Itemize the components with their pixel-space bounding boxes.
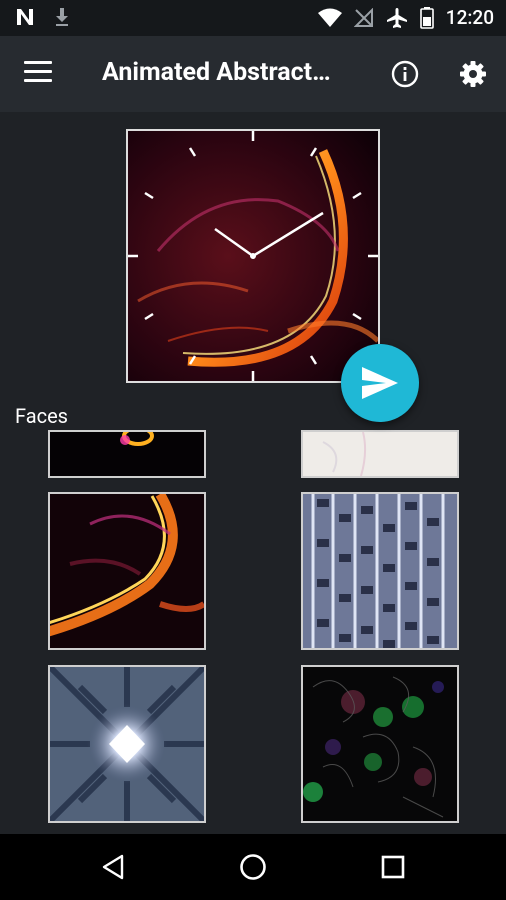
settings-gear-icon[interactable] xyxy=(459,60,487,88)
send-button[interactable] xyxy=(341,344,419,422)
recents-button[interactable] xyxy=(373,852,413,882)
page-title: Animated Abstract… xyxy=(102,58,331,87)
no-signal-icon xyxy=(353,7,373,27)
app-bar: Animated Abstract… xyxy=(0,36,506,112)
metal-chains-thumbnail-image xyxy=(303,494,457,648)
face-thumbnail[interactable] xyxy=(48,665,206,823)
airplane-icon xyxy=(386,7,407,28)
battery-icon xyxy=(419,6,434,29)
send-icon xyxy=(362,367,398,399)
download-icon xyxy=(56,8,68,26)
fire-bubble-thumbnail-image xyxy=(50,432,204,476)
notification-n-icon xyxy=(17,9,33,25)
main-content: Faces xyxy=(0,112,506,834)
fire-bubble-large-thumbnail-image xyxy=(50,494,204,648)
menu-icon[interactable] xyxy=(24,61,54,87)
face-thumbnail[interactable] xyxy=(301,665,459,823)
face-thumbnail[interactable] xyxy=(301,430,459,478)
home-button[interactable] xyxy=(233,852,273,882)
kaleidoscope-diamond-thumbnail-image xyxy=(50,667,204,821)
status-time: 12:20 xyxy=(445,6,494,29)
faces-section-label: Faces xyxy=(15,404,68,428)
navigation-bar xyxy=(0,834,506,900)
green-bokeh-thumbnail-image xyxy=(303,667,457,821)
watch-face-preview[interactable] xyxy=(126,129,380,383)
wifi-icon xyxy=(317,8,342,27)
status-bar: 12:20 xyxy=(0,0,506,36)
home-icon xyxy=(240,854,266,880)
info-icon[interactable] xyxy=(391,60,419,88)
back-button[interactable] xyxy=(93,852,133,882)
face-thumbnail[interactable] xyxy=(301,492,459,650)
recents-icon xyxy=(381,855,405,879)
watch-face-preview-image xyxy=(128,131,378,381)
white-texture-thumbnail-image xyxy=(303,432,457,476)
face-thumbnail[interactable] xyxy=(48,430,206,478)
face-thumbnail[interactable] xyxy=(48,492,206,650)
back-icon xyxy=(102,854,124,880)
